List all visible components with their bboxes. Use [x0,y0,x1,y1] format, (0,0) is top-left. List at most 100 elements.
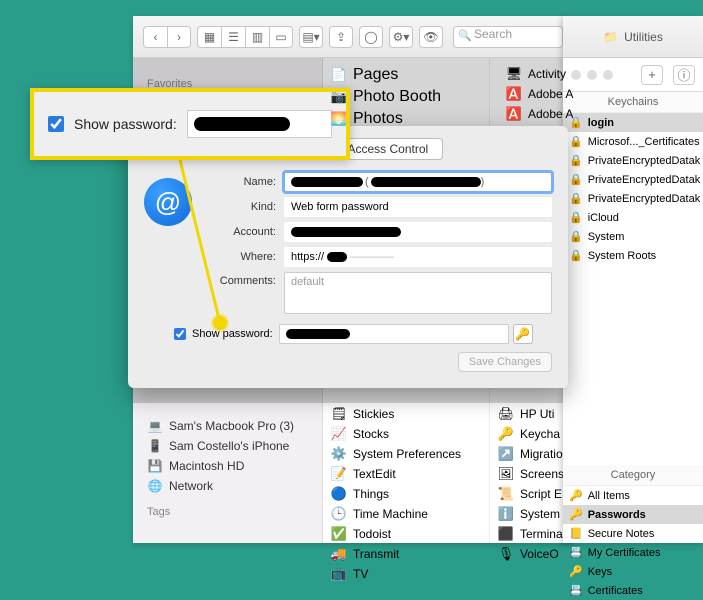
keychain-row[interactable]: 🔒login [563,113,703,132]
arrange-menu[interactable]: ▤▾ [299,26,323,48]
name-label: Name: [204,176,276,188]
back-button[interactable]: ‹ [143,26,167,48]
keychain-label: PrivateEncryptedDatak [588,174,701,186]
lock-icon: 🔒 [569,249,583,262]
keychain-row[interactable]: 🔒PrivateEncryptedDatak [563,189,703,208]
view-gallery[interactable]: ▭ [269,26,293,48]
category-label: My Certificates [588,547,661,559]
app-icon: ⚙️ [331,446,347,462]
app-row[interactable]: 📄Pages [323,64,449,86]
view-columns[interactable]: ▥ [245,26,269,48]
lock-icon: 🔒 [569,135,583,148]
app-icon: 🚚 [331,546,347,562]
quicklook-button[interactable]: 👁 [419,26,443,48]
category-row[interactable]: 🔑All Items [563,486,703,505]
app-row[interactable]: 📺TV [323,564,489,584]
app-row[interactable]: ✅Todoist [323,524,489,544]
category-row[interactable]: 🔑Keys [563,562,703,581]
password-key-icon[interactable]: 🔑 [513,324,533,344]
app-icon: 📺 [331,566,347,582]
app-row[interactable]: 🎙VoiceO [490,544,572,564]
view-mode-group[interactable]: ▦ ☰ ▥ ▭ [197,26,293,48]
app-row[interactable]: ⚙️System Preferences [323,444,489,464]
sidebar-item-network[interactable]: 🌐Network [133,476,322,496]
app-row[interactable]: 📈Stocks [323,424,489,444]
app-row[interactable]: 📷Photo Booth [323,86,449,108]
app-row[interactable]: 🔑Keycha [490,424,572,444]
app-row[interactable]: 🌅Photos [323,108,449,130]
sidebar-item-macbook[interactable]: 💻Sam's Macbook Pro (3) [133,416,322,436]
app-row[interactable]: 🅰️Adobe A [498,104,581,124]
category-row[interactable]: 📒Secure Notes [563,524,703,543]
app-icon: ℹ️ [498,506,514,522]
app-label: Keycha [520,427,560,441]
app-row[interactable]: 🗒Stickies [323,404,489,424]
info-button[interactable]: ⓘ [673,65,695,85]
app-row[interactable]: ℹ️ System [490,504,572,524]
category-row[interactable]: 📇My Certificates [563,543,703,562]
app-row[interactable]: 🖼Screens [490,464,572,484]
sidebar-item-iphone[interactable]: 📱Sam Costello's iPhone [133,436,322,456]
app-row[interactable]: 🔵Things [323,484,489,504]
account-value [284,222,552,242]
category-icon: 🔑 [569,489,583,502]
view-list[interactable]: ☰ [221,26,245,48]
app-icon: 📄 [331,67,347,83]
app-label: Stickies [353,407,394,421]
zoom-callout: Show password: [30,88,350,160]
app-icon: 📈 [331,426,347,442]
app-row[interactable]: ⬛Termina [490,524,572,544]
app-row[interactable]: 📜Script E [490,484,572,504]
keychain-row[interactable]: 🔒 iCloud [563,208,703,227]
traffic-light-min[interactable] [587,70,597,80]
app-row[interactable]: ↗️Migratio [490,444,572,464]
comments-field[interactable]: default [284,272,552,314]
app-label: TextEdit [353,467,396,481]
app-icon: ↗️ [498,446,514,462]
category-icon: 📇 [569,584,583,597]
globe-icon: 🌐 [147,479,163,493]
keychain-row[interactable]: 🔒System [563,227,703,246]
comments-label: Comments: [204,272,276,287]
keychain-row[interactable]: 🔒 PrivateEncryptedDatak [563,170,703,189]
app-row[interactable]: 🅰️Adobe A [498,84,581,104]
lock-icon: 🔒 [569,211,583,224]
tags-button[interactable]: ◯ [359,26,383,48]
app-label: System [520,507,560,521]
keychain-label: iCloud [588,212,619,224]
view-icon[interactable]: ▦ [197,26,221,48]
callout-password-field[interactable] [187,110,332,138]
app-row[interactable]: 📝TextEdit [323,464,489,484]
password-field[interactable] [279,324,509,344]
app-icon: ✅ [331,526,347,542]
kind-label: Kind: [204,201,276,213]
save-changes-button[interactable]: Save Changes [458,352,552,372]
traffic-light-max[interactable] [603,70,613,80]
actions-menu[interactable]: ⚙▾ [389,26,413,48]
app-row[interactable]: 🚚Transmit [323,544,489,564]
forward-button[interactable]: › [167,26,191,48]
name-field[interactable]: () [284,172,552,192]
show-password-checkbox[interactable] [174,328,186,340]
callout-show-password-label: Show password: [74,116,177,132]
keychain-row[interactable]: 🔒System Roots [563,246,703,265]
add-button[interactable]: + [641,65,663,85]
category-row[interactable]: 🔑Passwords [563,505,703,524]
category-row[interactable]: 📇Certificates [563,581,703,600]
search-input[interactable]: Search [453,26,563,48]
keychain-label: login [588,117,614,129]
sidebar-item-hd[interactable]: 💾Macintosh HD [133,456,322,476]
nav-back-forward[interactable]: ‹ › [143,26,191,48]
callout-show-password-checkbox[interactable] [48,116,64,132]
share-button[interactable]: ⇪ [329,26,353,48]
app-row[interactable]: 🖥Activity [498,64,581,84]
category-list: 🔑All Items🔑Passwords📒Secure Notes📇My Cer… [563,486,703,600]
kind-value: Web form password [284,197,552,217]
lock-icon: 🔒 [569,173,583,186]
lock-icon: 🔒 [569,154,583,167]
app-label: Activity [528,67,566,81]
keychain-row[interactable]: 🔒PrivateEncryptedDatak [563,151,703,170]
keychain-row[interactable]: 🔒Microsof..._Certificates [563,132,703,151]
app-row[interactable]: 🖨HP Uti [490,404,572,424]
app-row[interactable]: 🕒Time Machine [323,504,489,524]
